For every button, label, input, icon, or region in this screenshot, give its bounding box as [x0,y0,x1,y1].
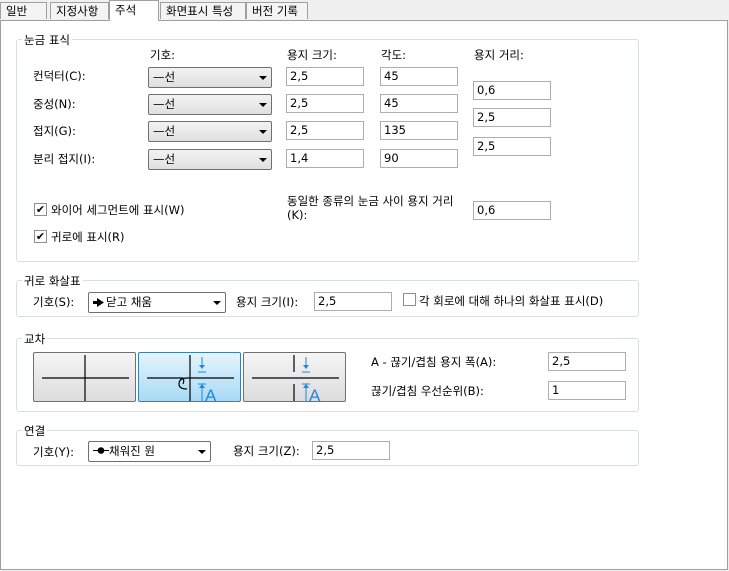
tab-display-properties[interactable]: 화면표시 특성 [160,2,246,19]
angle-column-header: 각도: [381,48,407,62]
break-crossing-icon: A [252,355,339,403]
spacing-input-2[interactable]: 2,5 [473,108,551,127]
tab-version-history[interactable]: 버전 기록 [246,2,308,19]
show-on-home-run-label: 귀로에 표시(R) [51,230,125,244]
chevron-down-icon [259,130,267,134]
chevron-down-icon [198,450,206,454]
isolated-ground-size-input[interactable]: 1,4 [286,149,364,168]
ground-symbol-select[interactable]: —선 [148,121,272,142]
chevron-down-icon [259,76,267,80]
crossing-style-bridge-button[interactable]: A [138,352,241,403]
home-run-size-label: 용지 크기(I): [236,295,299,309]
chevron-down-icon [259,103,267,107]
home-run-symbol-select[interactable]: 닫고 채움 [88,292,226,313]
isolated-ground-symbol-select[interactable]: —선 [148,149,272,170]
isolated-ground-label: 분리 접지(I): [33,152,96,166]
one-arrow-per-circuit-label: 각 회로에 대해 하나의 화살표 표시(D) [419,294,604,308]
ground-size-input[interactable]: 2,5 [286,121,364,140]
conductor-label: 컨덕터(C): [33,69,86,83]
conductor-symbol-value: —선 [153,70,176,84]
isolated-ground-angle-input[interactable]: 90 [380,149,458,168]
isolated-ground-symbol-value: —선 [153,152,176,166]
home-run-symbol-value: 닫고 채움 [106,295,152,309]
home-run-symbol-label: 기호(S): [33,295,75,309]
ground-label: 접지(G): [33,124,76,138]
show-on-home-run-checkbox[interactable]: ✔ [34,230,47,243]
gap-width-label: A - 끊기/겹침 용지 폭(A): [371,355,497,369]
spacing-column-header: 용지 거리: [474,48,524,62]
same-type-spacing-label: 동일한 종류의 눈금 사이 용지 거리(K): [287,194,454,222]
checkmark-icon: ✔ [35,203,46,216]
neutral-angle-input[interactable]: 45 [380,94,458,113]
gap-width-input[interactable]: 2,5 [548,352,626,371]
chevron-down-icon [259,158,267,162]
ground-angle-input[interactable]: 135 [380,121,458,140]
connection-symbol-value: 채워진 원 [109,444,155,458]
tick-marks-title: 눈금 표식 [22,32,72,48]
neutral-label: 중성(N): [33,97,76,111]
cross-icon [42,355,129,401]
spacing-input-1[interactable]: 0,6 [473,81,551,100]
home-run-size-input[interactable]: 2,5 [314,292,392,311]
same-type-spacing-input[interactable]: 0,6 [473,201,551,220]
priority-input[interactable]: 1 [548,381,626,400]
spacing-input-3[interactable]: 2,5 [473,137,551,156]
conductor-size-input[interactable]: 2,5 [286,67,364,86]
tab-annotation[interactable]: 주석 [109,0,159,21]
one-arrow-per-circuit-checkbox[interactable] [403,293,416,306]
gap-label-a: A [205,386,217,403]
conductor-angle-input[interactable]: 45 [380,67,458,86]
crossing-style-break-button[interactable]: A [243,352,346,403]
show-on-wire-label: 와이어 세그먼트에 표시(W) [51,203,185,217]
crossing-title: 교차 [22,331,48,347]
symbol-column-header: 기호: [150,48,176,62]
neutral-size-input[interactable]: 2,5 [286,94,364,113]
checkmark-icon: ✔ [35,230,46,243]
crossing-style-cross-button[interactable] [33,352,136,402]
show-on-wire-checkbox[interactable]: ✔ [34,203,47,216]
connection-symbol-select[interactable]: 채워진 원 [88,441,211,462]
filled-circle-icon [93,447,109,454]
connection-size-input[interactable]: 2,5 [312,441,390,460]
ground-symbol-value: —선 [153,124,176,138]
filled-arrow-icon [93,298,104,307]
connection-title: 연결 [22,423,48,439]
priority-label: 끊기/겹침 우선순위(B): [371,384,484,398]
tab-general[interactable]: 일반 [0,2,47,19]
connection-symbol-label: 기호(Y): [33,445,75,459]
home-run-title: 귀로 화살표 [22,273,83,289]
neutral-symbol-value: —선 [153,97,176,111]
chevron-down-icon [213,301,221,305]
bridge-crossing-icon: A [147,355,234,403]
connection-size-label: 용지 크기(Z): [233,444,300,458]
neutral-symbol-select[interactable]: —선 [148,94,272,115]
tab-specifications[interactable]: 지정사항 [50,2,109,19]
gap-label-a: A [309,386,321,403]
conductor-symbol-select[interactable]: —선 [148,67,272,88]
size-column-header: 용지 크기: [287,48,337,62]
